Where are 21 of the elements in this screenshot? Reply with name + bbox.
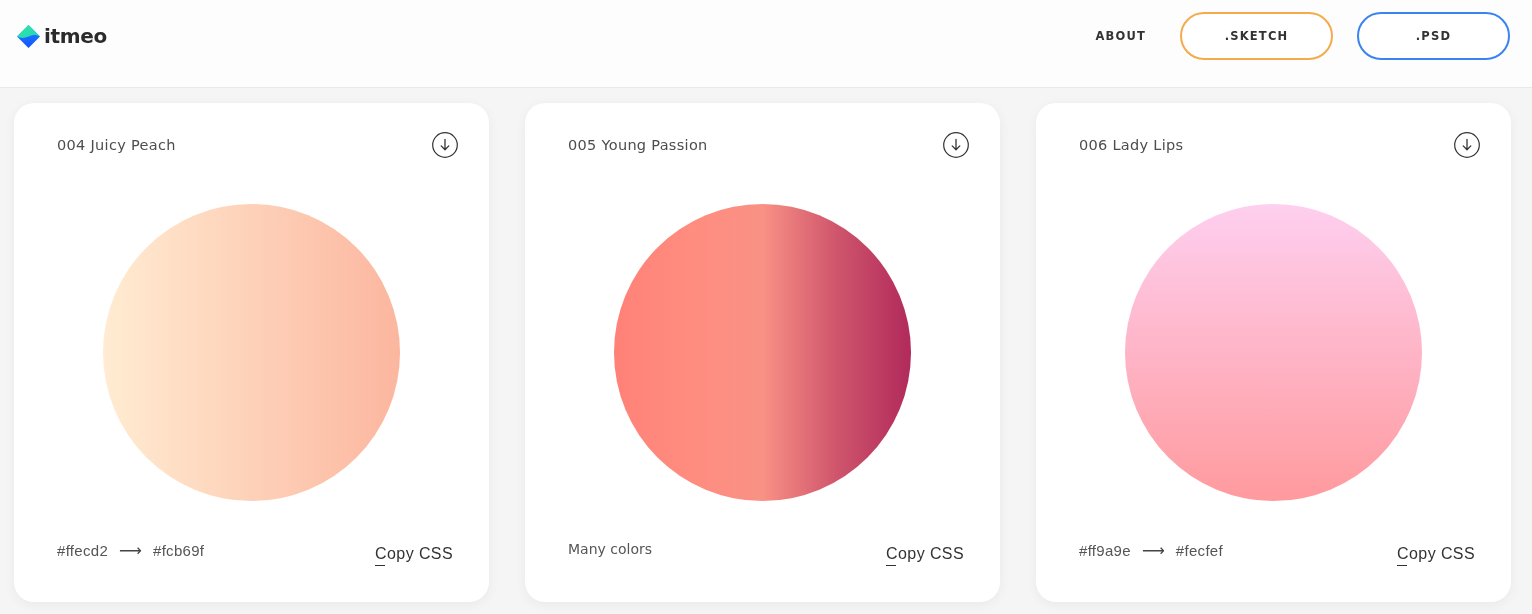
nav-button[interactable]: .PSD <box>1357 12 1510 60</box>
download-icon[interactable] <box>1454 132 1480 158</box>
copy-css-link[interactable]: Copy CSS <box>886 545 964 566</box>
logo-text[interactable]: itmeo <box>44 24 108 48</box>
color-code: #fecfef <box>1175 542 1223 559</box>
color-code: #ffecd2 <box>57 542 109 559</box>
logo-icon <box>17 24 40 48</box>
gradient-title: 005 Young Passion <box>568 137 708 153</box>
nav-link[interactable]: ABOUT <box>1095 29 1146 43</box>
download-icon[interactable] <box>432 132 458 158</box>
copy-css-link[interactable]: Copy CSS <box>375 545 453 566</box>
gradient-title: 006 Lady Lips <box>1079 137 1184 153</box>
color-code: #ff9a9e <box>1079 542 1131 559</box>
arrow-icon: ⟶ <box>119 541 142 560</box>
color-code: #fcb69f <box>153 542 205 559</box>
download-icon[interactable] <box>943 132 969 158</box>
copy-css-link[interactable]: Copy CSS <box>1397 545 1475 566</box>
gradient-title: 004 Juicy Peach <box>57 137 176 153</box>
gradient-note: Many colors <box>568 541 653 557</box>
nav-button[interactable]: .SKETCH <box>1180 12 1333 60</box>
arrow-icon: ⟶ <box>1141 541 1165 560</box>
